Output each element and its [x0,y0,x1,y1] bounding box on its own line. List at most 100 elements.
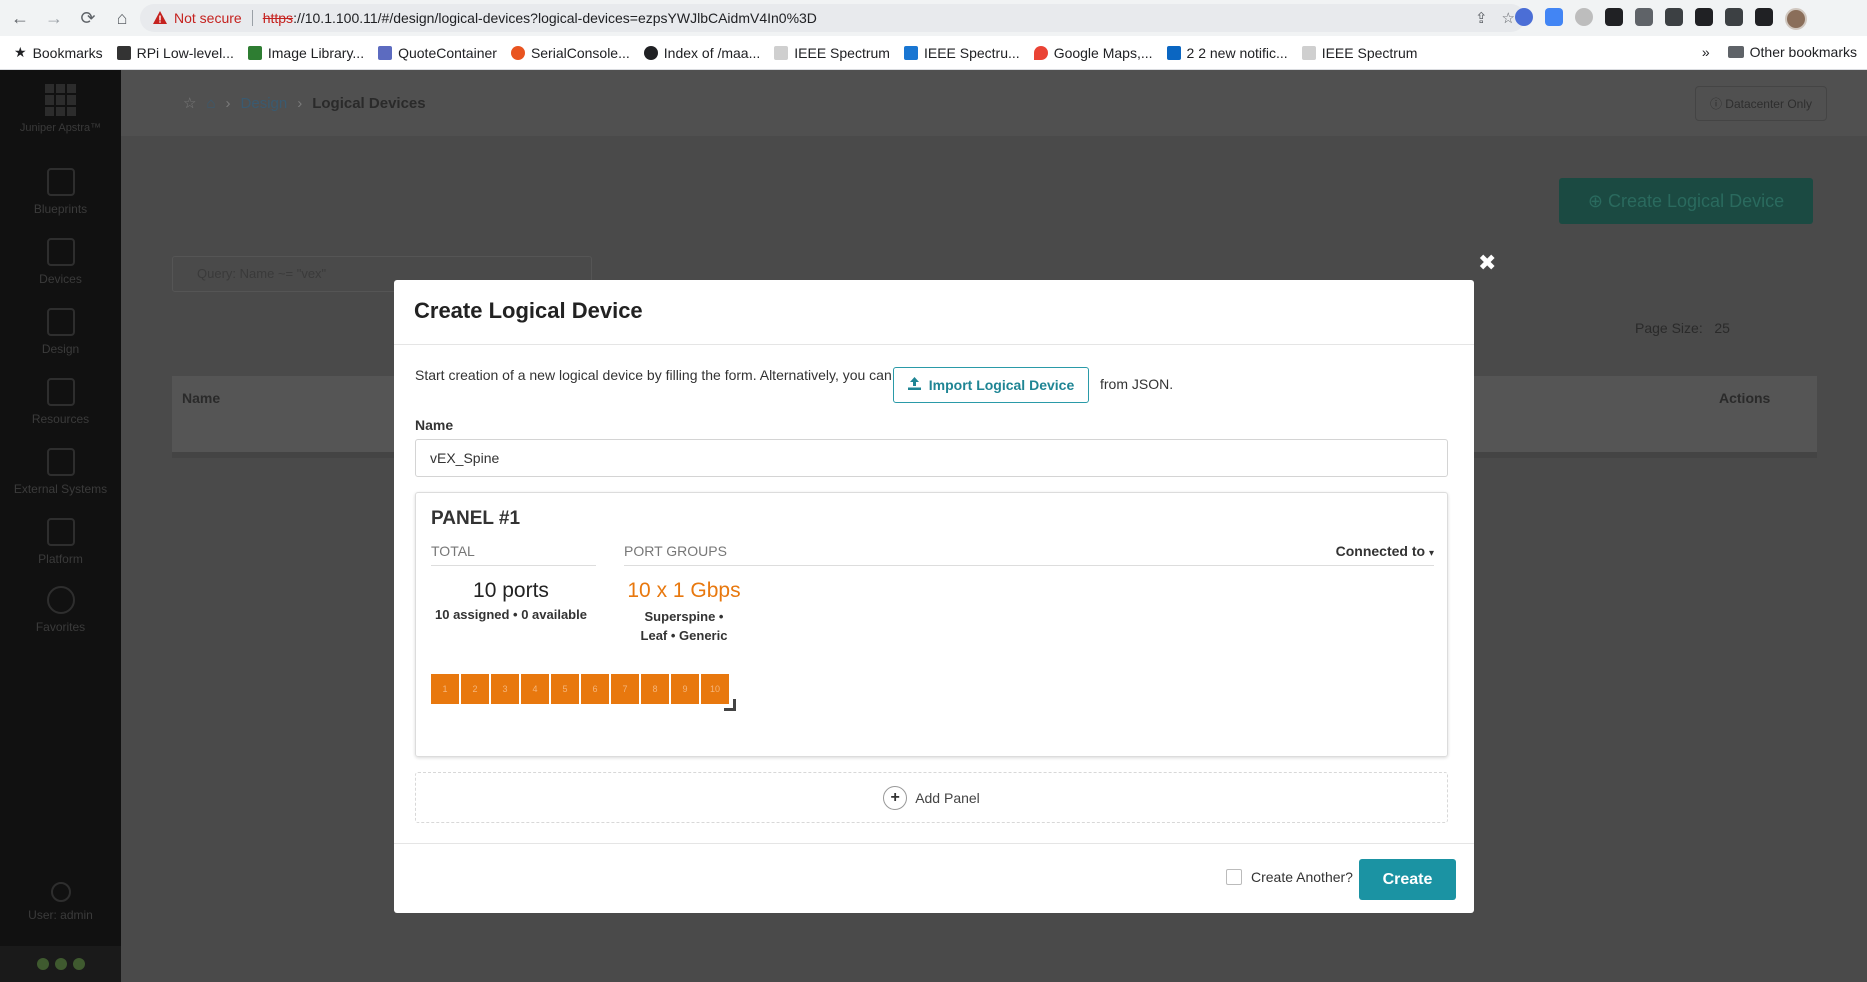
column-header-name: Name [182,390,221,406]
port-cell[interactable]: 8 [641,674,669,704]
port-cell[interactable]: 9 [671,674,699,704]
app-area: Juniper Apstra™ Blueprints Devices Desig… [0,70,1867,982]
port-cell[interactable]: 7 [611,674,639,704]
name-input[interactable] [415,439,1448,477]
brand: Juniper Apstra™ [0,84,121,134]
create-button[interactable]: Create [1359,859,1456,900]
upload-icon [907,377,921,393]
resources-icon [46,378,75,406]
sidebar-item-platform[interactable]: Platform [0,518,121,566]
home-icon[interactable]: ⌂ [206,95,215,112]
extension-icon[interactable] [1665,8,1683,26]
create-another-toggle[interactable]: Create Another? [1226,869,1353,885]
back-icon[interactable]: ← [6,4,34,32]
port-group-roles: Superspine • Leaf • Generic [640,609,728,643]
side-panel-icon[interactable] [1755,8,1773,26]
breadcrumb-separator: › [225,94,231,112]
port-groups-header: PORT GROUPS Connected to ▾ [624,543,1434,566]
name-label: Name [415,417,454,433]
puzzle-icon[interactable] [1695,8,1713,26]
bookmark-item[interactable]: ★ Bookmarks [14,44,103,61]
extension-icon[interactable] [1515,8,1533,26]
bookmark-item[interactable]: IEEE Spectrum [1301,45,1417,61]
star-icon[interactable]: ☆ [1502,9,1515,27]
bookmark-favicon-icon [774,45,789,60]
sidebar-item-resources[interactable]: Resources [0,378,121,426]
port-cell[interactable]: 4 [521,674,549,704]
bookmark-item[interactable]: QuoteContainer [378,45,497,61]
caret-down-icon: ▾ [1428,548,1434,559]
platform-icon [46,518,75,546]
add-panel-button[interactable]: + Add Panel [415,772,1448,823]
favorite-star-icon[interactable]: ☆ [183,94,196,112]
favorites-star-icon [46,586,75,614]
info-icon: ⓘ [1709,97,1726,111]
sidebar-item-favorites[interactable]: Favorites [0,586,121,634]
port-cell[interactable]: 6 [581,674,609,704]
port-group-speed[interactable]: 10 x 1 Gbps [624,579,744,603]
datacenter-only-badge[interactable]: ⓘ Datacenter Only [1694,86,1827,121]
sidebar-item-external-systems[interactable]: External Systems [0,448,121,496]
security-label[interactable]: Not secure [174,10,242,26]
folder-icon [1727,46,1744,58]
bookmark-favicon-icon [643,45,658,60]
apstra-logo-icon [44,84,77,116]
sidebar-item-blueprints[interactable]: Blueprints [0,168,121,216]
panel-title: PANEL #1 [431,508,521,529]
bookmarks-overflow-button[interactable]: » [1702,44,1710,60]
total-summary: 10 assigned • 0 available [435,607,587,622]
extension-icon[interactable] [1635,8,1653,26]
breadcrumb-current: Logical Devices [312,94,426,112]
total-ports: 10 ports [473,579,549,602]
star-icon: ★ [14,44,27,60]
sidebar-item-design[interactable]: Design [0,308,121,356]
forward-icon[interactable]: → [40,4,68,32]
user-menu[interactable]: User: admin [0,882,121,922]
port-cell[interactable]: 3 [491,674,519,704]
devices-icon [46,238,75,266]
bookmarks-bar: ★ Bookmarks RPi Low-level... Image Librar… [0,36,1867,70]
modal-footer: Create Another? Create [394,843,1474,913]
bookmark-item[interactable]: SerialConsole... [510,45,630,61]
bookmark-item[interactable]: Index of /maa... [643,45,760,61]
browser-toolbar: ← → ⟳ ⌂ Not secure https://10.1.100.11/#… [0,0,1867,36]
bookmark-item[interactable]: Image Library... [247,45,364,61]
intro-text: Start creation of a new logical device b… [415,367,892,383]
translate-icon[interactable] [1545,8,1563,26]
profile-avatar[interactable] [1785,8,1807,30]
port-cell[interactable]: 1 [431,674,459,704]
other-bookmarks[interactable]: Other bookmarks [1727,44,1857,60]
create-another-checkbox[interactable] [1226,869,1242,885]
user-icon [50,882,71,902]
connected-to-dropdown[interactable]: Connected to ▾ [1336,543,1434,559]
sidebar: Juniper Apstra™ Blueprints Devices Desig… [0,70,121,982]
reload-icon[interactable]: ⟳ [74,4,102,32]
bookmark-favicon-icon [116,45,131,60]
modal-title: Create Logical Device [414,298,643,323]
page-size: Page Size: 25 [1635,320,1730,336]
port-cell[interactable]: 2 [461,674,489,704]
plus-icon: + [883,785,908,810]
bookmark-favicon-icon [247,45,262,60]
breadcrumb-design[interactable]: Design [241,95,288,112]
reading-list-icon[interactable] [1725,8,1743,26]
bookmark-item[interactable]: IEEE Spectrum [774,45,890,61]
bookmark-item[interactable]: RPi Low-level... [116,45,234,61]
bookmark-item[interactable]: IEEE Spectru... [903,45,1020,61]
close-icon[interactable]: ✖ [1478,250,1496,276]
address-bar[interactable]: Not secure https://10.1.100.11/#/design/… [140,4,1525,32]
bookmark-item[interactable]: 2 2 new notific... [1166,45,1288,61]
url-text: ://10.1.100.11/#/design/logical-devices?… [293,10,817,26]
terminal-icon[interactable] [1605,8,1623,26]
home-icon[interactable]: ⌂ [108,4,136,32]
external-systems-icon [46,448,75,476]
import-logical-device-button[interactable]: Import Logical Device [893,367,1089,403]
resize-handle[interactable] [724,699,736,711]
port-cell[interactable]: 5 [551,674,579,704]
bookmark-favicon-icon [378,45,393,60]
extension-icon[interactable] [1575,8,1593,26]
bookmark-item[interactable]: Google Maps,... [1033,45,1153,61]
total-header: TOTAL [431,543,596,566]
sidebar-item-devices[interactable]: Devices [0,238,121,286]
share-icon[interactable]: ⇪ [1475,9,1488,27]
